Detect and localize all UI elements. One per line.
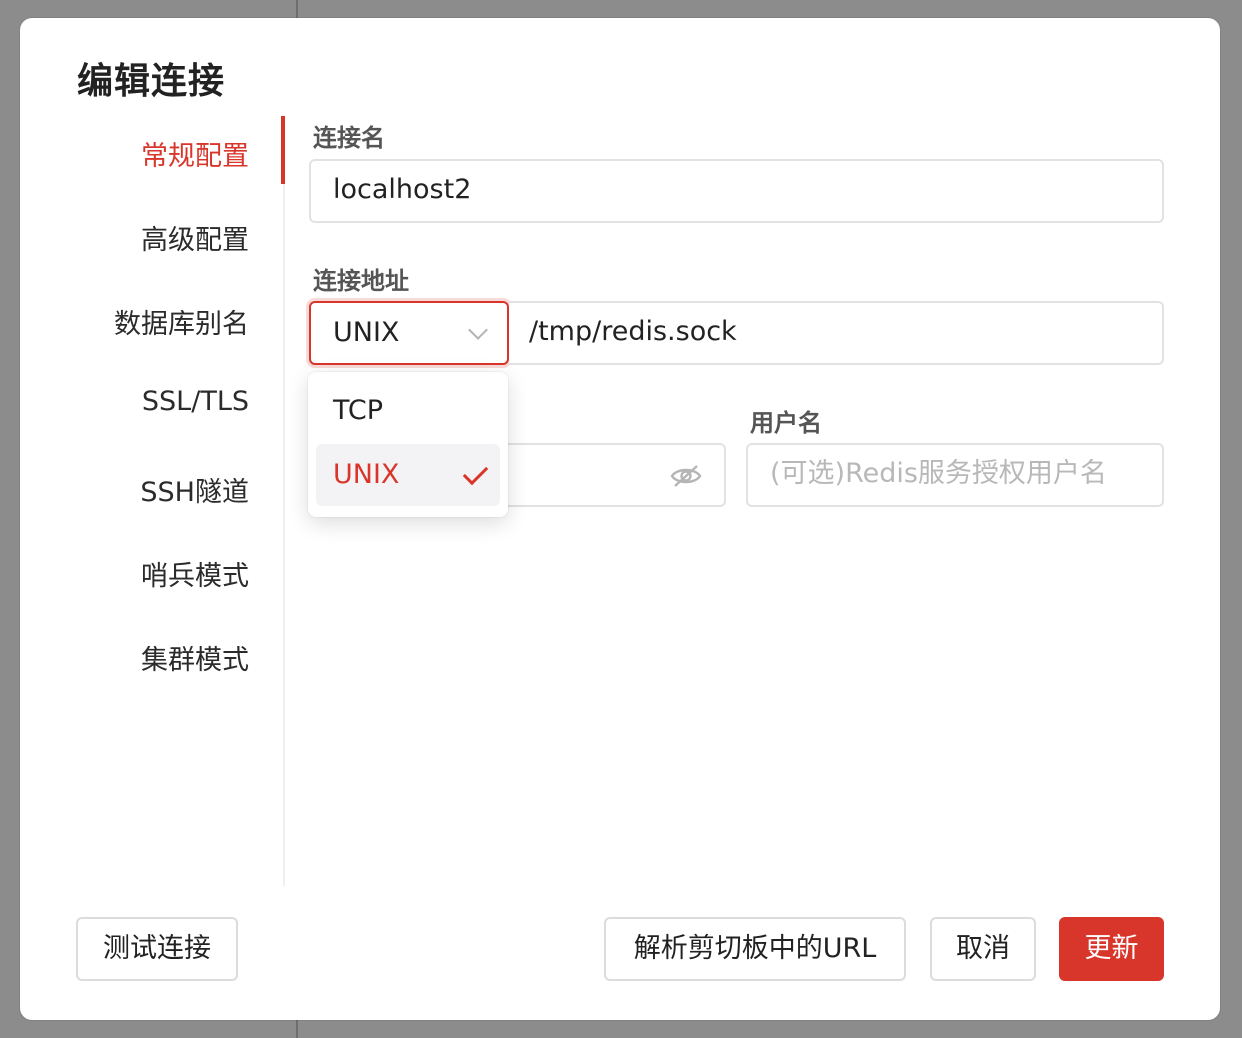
address-type-value: UNIX [333, 317, 400, 348]
sidebar-item-database-alias[interactable]: 数据库别名 [114, 302, 249, 342]
connection-name-input[interactable]: localhost2 [309, 159, 1164, 223]
sidebar-item-ssh-tunnel[interactable]: SSH隧道 [140, 470, 249, 510]
eye-slash-icon[interactable] [670, 463, 702, 489]
checkmark-icon [462, 459, 489, 486]
cancel-button[interactable]: 取消 [930, 917, 1036, 981]
update-button[interactable]: 更新 [1059, 917, 1164, 981]
sidebar-item-cluster[interactable]: 集群模式 [141, 638, 249, 678]
dropdown-option-unix-label: UNIX [333, 459, 400, 490]
parse-clipboard-url-button[interactable]: 解析剪切板中的URL [604, 917, 906, 981]
sidebar-item-ssl-tls[interactable]: SSL/TLS [142, 386, 249, 426]
connection-name-label: 连接名 [313, 124, 385, 152]
sidebar-item-general[interactable]: 常规配置 [141, 134, 249, 174]
settings-sidebar: 常规配置 高级配置 数据库别名 SSL/TLS SSH隧道 哨兵模式 集群模式 [20, 116, 285, 886]
dropdown-option-tcp[interactable]: TCP [316, 380, 500, 442]
username-placeholder: (可选)Redis服务授权用户名 [770, 458, 1107, 489]
sidebar-item-advanced[interactable]: 高级配置 [141, 218, 249, 258]
chevron-down-icon [468, 320, 488, 340]
test-connection-button[interactable]: 测试连接 [76, 917, 238, 981]
username-label: 用户名 [750, 409, 822, 437]
username-input[interactable]: (可选)Redis服务授权用户名 [746, 443, 1164, 507]
address-type-dropdown: TCP UNIX [308, 372, 508, 517]
sidebar-item-sentinel[interactable]: 哨兵模式 [141, 554, 249, 594]
socket-path-input[interactable]: /tmp/redis.sock [509, 301, 1164, 365]
dialog-title: 编辑连接 [77, 61, 226, 102]
address-type-select[interactable]: UNIX [309, 301, 509, 365]
connection-address-label: 连接地址 [313, 267, 409, 295]
sidebar-active-indicator [281, 116, 285, 184]
edit-connection-dialog: 编辑连接 常规配置 高级配置 数据库别名 SSL/TLS SSH隧道 哨兵模式 … [20, 18, 1220, 1020]
dropdown-option-unix[interactable]: UNIX [316, 444, 500, 506]
